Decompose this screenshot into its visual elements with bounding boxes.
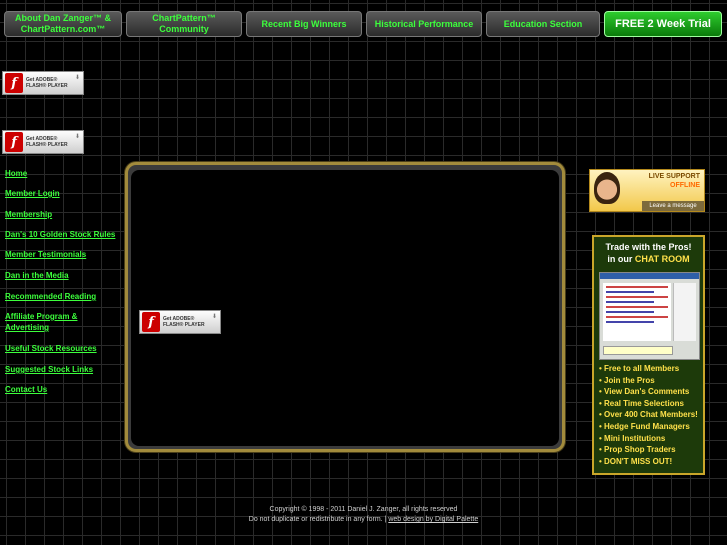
- top-navigation: About Dan Zanger™ & ChartPattern.com™ Ch…: [0, 11, 727, 39]
- chat-room-screenshot: [599, 272, 700, 360]
- list-item: View Dan's Comments: [599, 386, 698, 398]
- support-agent-avatar: [594, 172, 620, 204]
- tab-label: ChartPattern™ Community: [152, 13, 216, 34]
- list-item: Prop Shop Traders: [599, 444, 698, 456]
- flash-label: FLASH® PLAYER: [26, 83, 68, 89]
- get-flash-player-button[interactable]: f Get ADOBE® FLASH® PLAYER ⬇: [2, 130, 84, 154]
- sidebar-item-home[interactable]: Home: [5, 168, 121, 179]
- list-item: Mini Institutions: [599, 433, 698, 445]
- flash-icon: f: [5, 73, 23, 93]
- copyright-text: Copyright © 1998 - 2011 Daniel J. Zanger…: [269, 506, 458, 513]
- download-arrow-icon: ⬇: [74, 75, 80, 81]
- tab-about-dan-zanger[interactable]: About Dan Zanger™ & ChartPattern.com™: [4, 11, 122, 37]
- tab-recent-big-winners[interactable]: Recent Big Winners: [246, 11, 362, 37]
- list-item: Free to all Members: [599, 363, 698, 375]
- sidebar-item-recommended-reading[interactable]: Recommended Reading: [5, 291, 121, 302]
- list-item: Real Time Selections: [599, 398, 698, 410]
- live-support-widget[interactable]: LIVE SUPPORT OFFLINE Leave a message: [589, 169, 705, 212]
- chat-ad-heading-highlight: CHAT ROOM: [634, 254, 690, 264]
- list-item: Hedge Fund Managers: [599, 421, 698, 433]
- list-item: DON'T MISS OUT!: [599, 456, 698, 468]
- chat-room-ad[interactable]: Trade with the Pros! in our CHAT ROOM Fr…: [592, 235, 705, 475]
- flash-icon: f: [142, 312, 160, 332]
- chat-ad-heading-prefix: in our: [607, 254, 635, 264]
- tab-free-trial[interactable]: FREE 2 Week Trial: [604, 11, 722, 37]
- tab-label: About Dan Zanger™ & ChartPattern.com™: [15, 13, 111, 34]
- sidebar-item-media[interactable]: Dan in the Media: [5, 270, 121, 281]
- sidebar-item-affiliate[interactable]: Affiliate Program & Advertising: [5, 311, 95, 333]
- live-support-title: LIVE SUPPORT: [648, 173, 700, 180]
- footer: Copyright © 1998 - 2011 Daniel J. Zanger…: [0, 505, 727, 525]
- list-item: Over 400 Chat Members!: [599, 409, 698, 421]
- sidebar-item-stock-links[interactable]: Suggested Stock Links: [5, 364, 121, 375]
- tab-label: FREE 2 Week Trial: [615, 17, 711, 30]
- leave-message-button[interactable]: Leave a message: [642, 201, 704, 211]
- flash-label: FLASH® PLAYER: [163, 322, 205, 328]
- tab-education-section[interactable]: Education Section: [486, 11, 600, 37]
- sidebar-item-membership[interactable]: Membership: [5, 209, 121, 220]
- flash-label: FLASH® PLAYER: [26, 142, 68, 148]
- download-arrow-icon: ⬇: [74, 134, 80, 140]
- tab-label: Recent Big Winners: [261, 18, 347, 29]
- sidebar-item-testimonials[interactable]: Member Testimonials: [5, 249, 121, 260]
- sidebar-item-contact[interactable]: Contact Us: [5, 384, 121, 395]
- sidebar-item-member-login[interactable]: Member Login: [5, 188, 121, 199]
- footer-notice: Do not duplicate or redistribute in any …: [248, 516, 387, 523]
- sidebar-item-golden-rules[interactable]: Dan's 10 Golden Stock Rules: [5, 229, 121, 240]
- download-arrow-icon: ⬇: [211, 314, 217, 320]
- tab-label: Historical Performance: [374, 18, 474, 29]
- sidebar-item-stock-resources[interactable]: Useful Stock Resources: [5, 343, 121, 354]
- tab-community[interactable]: ChartPattern™ Community: [126, 11, 242, 37]
- chat-ad-heading: Trade with the Pros! in our CHAT ROOM: [594, 241, 703, 265]
- flash-icon: f: [5, 132, 23, 152]
- tab-historical-performance[interactable]: Historical Performance: [366, 11, 482, 37]
- tab-label: Education Section: [503, 18, 583, 29]
- list-item: Join the Pros: [599, 375, 698, 387]
- video-panel: [125, 162, 565, 452]
- get-flash-player-button[interactable]: f Get ADOBE® FLASH® PLAYER ⬇: [2, 71, 84, 95]
- chat-ad-bullets: Free to all Members Join the Pros View D…: [599, 363, 698, 467]
- live-support-status: OFFLINE: [670, 182, 700, 189]
- video-area[interactable]: [131, 170, 559, 446]
- web-design-credit-link[interactable]: web design by Digital Palette: [388, 516, 478, 523]
- get-flash-player-button[interactable]: f Get ADOBE® FLASH® PLAYER ⬇: [139, 310, 221, 334]
- chat-ad-heading-line1: Trade with the Pros!: [605, 242, 692, 252]
